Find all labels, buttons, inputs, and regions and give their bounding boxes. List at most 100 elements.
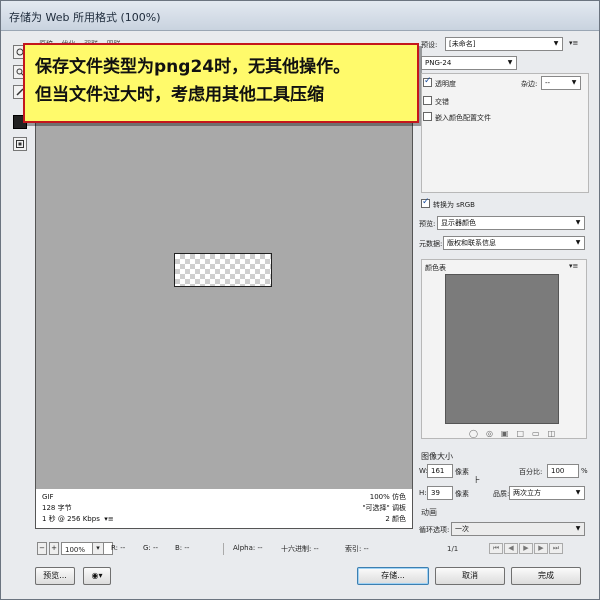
save-for-web-dialog: 存储为 Web 所用格式 (100%) 原稿 优化 双联 四联 GIF 128 … — [0, 0, 600, 600]
status-index: 索引: -- — [345, 545, 369, 553]
status-hex: 十六进制: -- — [281, 545, 319, 553]
chevron-down-icon: ▼ — [571, 79, 577, 86]
info-format: GIF — [42, 493, 54, 501]
width-value: 161 — [431, 467, 445, 475]
preset-label: 预设: — [421, 41, 438, 49]
percent-unit: % — [581, 467, 588, 475]
format-options-box — [421, 73, 589, 193]
title-bar[interactable]: 存储为 Web 所用格式 (100%) — [1, 1, 599, 31]
quality-value: 两次立方 — [513, 489, 541, 497]
metadata-value: 版权和联系信息 — [447, 239, 496, 247]
loop-value: 一次 — [455, 525, 469, 533]
height-input[interactable]: 39 — [427, 486, 453, 500]
annotation-line-2: 但当文件过大时，考虑用其他工具压缩 — [35, 85, 324, 105]
convert-srgb-checkbox[interactable] — [421, 197, 430, 208]
annotation-line-1: 保存文件类型为png24时，无其他操作。 — [35, 57, 351, 77]
width-unit: 像素 — [455, 468, 469, 476]
optimization-info: GIF 128 字节 1 秒 @ 256 Kbps ▾≡ 100% 仿色 "可选… — [35, 489, 413, 529]
first-frame-icon[interactable]: ⏮ — [489, 543, 503, 554]
percent-input[interactable]: 100 — [547, 464, 579, 478]
interlaced-label: 交错 — [435, 98, 449, 106]
status-alpha: Alpha: -- — [233, 544, 263, 552]
browser-preview-button[interactable]: ◉▾ — [83, 567, 111, 585]
save-button-label: 存储... — [381, 571, 405, 580]
preset-select[interactable]: [未命名] ▼ — [445, 37, 563, 51]
zoom-out-button[interactable]: − — [37, 542, 47, 555]
frame-counter: 1/1 — [447, 545, 459, 553]
info-dither: 100% 仿色 — [369, 493, 406, 501]
settings-panel: 预设: [未命名] ▼ ▾≡ PNG-24 ▼ 透明度 杂边: -- ▼ 交错 … — [417, 31, 593, 561]
info-colors: 2 颜色 — [385, 515, 406, 523]
preview-button[interactable]: 预览... — [35, 567, 75, 585]
info-download-time: 1 秒 @ 256 Kbps — [42, 515, 100, 523]
loop-select[interactable]: 一次 ▼ — [451, 522, 585, 536]
color-table-icons[interactable]: ◯◎▣□▭◫ — [469, 429, 563, 438]
matte-value: -- — [545, 79, 551, 87]
color-table-label: 颜色表 — [425, 264, 446, 272]
zoom-level-select[interactable]: 100% — [61, 542, 113, 555]
toggle-slices-icon[interactable] — [13, 137, 27, 151]
animation-label: 动画 — [421, 508, 437, 517]
percent-value: 100 — [551, 467, 565, 475]
transparency-label: 透明度 — [435, 80, 456, 88]
browser-icon: ◉▾ — [91, 571, 103, 580]
height-label: H: — [419, 489, 427, 497]
height-unit: 像素 — [455, 490, 469, 498]
transparency-checkbox[interactable] — [423, 76, 432, 87]
format-value: PNG-24 — [425, 59, 452, 67]
animation-nav: ⏮ ◀ ▶ ▶ ⏭ — [489, 543, 564, 554]
cancel-button-label: 取消 — [462, 571, 478, 580]
quality-select[interactable]: 两次立方 ▼ — [509, 486, 585, 500]
chevron-down-icon: ▼ — [575, 239, 581, 246]
matte-select[interactable]: -- ▼ — [541, 76, 581, 90]
color-table-menu-icon[interactable]: ▾≡ — [569, 262, 578, 270]
preset-value: [未命名] — [449, 40, 476, 48]
preview-mode-label: 预览: — [419, 220, 436, 228]
status-g: G: -- — [143, 544, 159, 552]
embed-profile-checkbox[interactable] — [423, 112, 432, 121]
transparent-image-preview — [174, 253, 272, 287]
chevron-down-icon: ▼ — [553, 40, 559, 47]
last-frame-icon[interactable]: ⏭ — [549, 543, 563, 554]
color-table-area[interactable] — [445, 274, 559, 424]
metadata-label: 元数据: — [419, 240, 443, 248]
percent-label: 百分比: — [519, 468, 543, 476]
loop-label: 循环选项: — [419, 526, 450, 534]
preview-mode-value: 显示器颜色 — [441, 219, 476, 227]
image-size-label: 图像大小 — [421, 452, 453, 461]
info-palette: "可选择" 调板 — [362, 504, 406, 512]
convert-srgb-label: 转换为 sRGB — [433, 201, 475, 209]
window-title: 存储为 Web 所用格式 (100%) — [9, 11, 161, 24]
info-menu-icon[interactable]: ▾≡ — [102, 515, 113, 523]
height-value: 39 — [431, 489, 440, 497]
save-button[interactable]: 存储... — [357, 567, 429, 585]
width-input[interactable]: 161 — [427, 464, 453, 478]
format-select[interactable]: PNG-24 ▼ — [421, 56, 517, 70]
matte-label: 杂边: — [521, 80, 538, 88]
cancel-button[interactable]: 取消 — [435, 567, 505, 585]
quality-label: 品质: — [493, 490, 510, 498]
embed-profile-label: 嵌入颜色配置文件 — [435, 114, 491, 122]
annotation-callout: 保存文件类型为png24时，无其他操作。 但当文件过大时，考虑用其他工具压缩 — [23, 43, 419, 123]
play-icon[interactable]: ▶ — [519, 543, 533, 554]
interlaced-checkbox[interactable] — [423, 96, 432, 105]
metadata-select[interactable]: 版权和联系信息 ▼ — [443, 236, 585, 250]
zoom-dropdown-icon[interactable]: ▾ — [92, 542, 104, 555]
next-frame-icon[interactable]: ▶ — [534, 543, 548, 554]
chevron-down-icon: ▼ — [575, 525, 581, 532]
preview-mode-select[interactable]: 显示器颜色 ▼ — [437, 216, 585, 230]
chevron-down-icon: ▼ — [575, 219, 581, 226]
done-button[interactable]: 完成 — [511, 567, 581, 585]
constrain-link-icon[interactable]: ⊦ — [475, 475, 480, 486]
status-bar: − + 100% ▾ R: -- G: -- B: -- Alpha: -- 十… — [35, 541, 415, 557]
chevron-down-icon: ▼ — [507, 59, 513, 66]
status-r: R: -- — [111, 544, 126, 552]
prev-frame-icon[interactable]: ◀ — [504, 543, 518, 554]
zoom-level-value: 100% — [65, 546, 86, 554]
info-size: 128 字节 — [42, 504, 72, 512]
zoom-in-button[interactable]: + — [49, 542, 59, 555]
preset-menu-icon[interactable]: ▾≡ — [569, 39, 578, 47]
done-button-label: 完成 — [538, 571, 554, 580]
status-b: B: -- — [175, 544, 190, 552]
status-divider — [223, 543, 224, 555]
